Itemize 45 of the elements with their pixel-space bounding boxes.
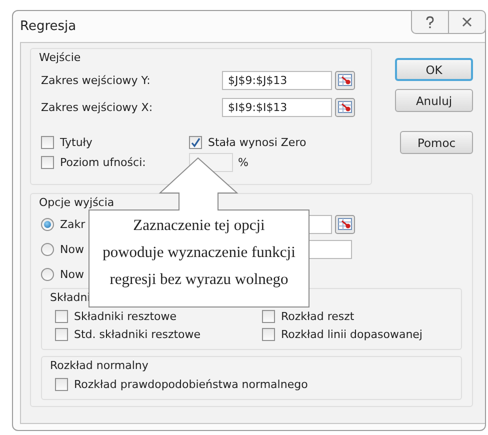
- group-title: Rozkład normalny: [50, 359, 148, 374]
- checkbox-label: Rozkład prawdopodobieństwa normalnego: [74, 378, 308, 390]
- window-title: Regresja: [20, 19, 76, 34]
- checkbox[interactable]: [262, 310, 275, 322]
- checkbox[interactable]: [41, 156, 54, 169]
- close-button[interactable]: [448, 10, 486, 34]
- range-field[interactable]: $J$9:$J$13: [222, 71, 332, 90]
- checkbox[interactable]: [262, 328, 275, 340]
- radio-label: Zakr: [60, 218, 86, 231]
- callout-text: Zaznaczenie tej opcji: [133, 216, 265, 235]
- checkbox-label: Poziom ufności:: [60, 156, 146, 169]
- checkbox[interactable]: [55, 310, 68, 322]
- radio-label: Now: [60, 243, 84, 256]
- checkbox-label: Tytuły: [60, 136, 92, 148]
- dialog-button[interactable]: OK: [395, 58, 473, 81]
- checkbox[interactable]: [41, 136, 54, 148]
- radio-button[interactable]: [41, 218, 54, 231]
- range-picker-button[interactable]: [335, 98, 355, 117]
- checkbox-label: Rozkład linii dopasowanej: [281, 328, 422, 340]
- checkbox[interactable]: [55, 328, 68, 340]
- callout-text: regresji bez wyrazu wolnego: [110, 270, 288, 289]
- checkbox-label: Składniki resztowe: [74, 310, 177, 322]
- group-title: Składni: [50, 291, 90, 306]
- radio-button[interactable]: [41, 243, 54, 256]
- range-picker-button[interactable]: [335, 71, 355, 90]
- radio-button[interactable]: [41, 268, 54, 281]
- group-title: Wejście: [39, 51, 81, 66]
- callout-text: powoduje wyznaczenie funkcji: [102, 243, 296, 262]
- checkbox[interactable]: [55, 378, 68, 390]
- dialog-button[interactable]: Anuluj: [395, 89, 473, 112]
- field-label: Zakres wejściowy Y:: [41, 74, 152, 87]
- checkbox-label: Std. składniki resztowe: [74, 328, 201, 340]
- range-picker-button[interactable]: [335, 215, 355, 234]
- range-field[interactable]: $I$9:$I$13: [222, 98, 332, 117]
- group-title: Opcje wyjścia: [39, 196, 114, 211]
- dialog-button[interactable]: Pomoc: [400, 131, 473, 154]
- checkbox-label: Rozkład reszt: [281, 310, 354, 322]
- checkbox-label: Stała wynosi Zero: [208, 136, 306, 148]
- close-icon: [462, 17, 472, 27]
- help-button[interactable]: [411, 10, 448, 34]
- field-label: Zakres wejściowy X:: [41, 101, 154, 114]
- radio-label: Now: [60, 268, 84, 281]
- help-icon: [425, 16, 435, 28]
- unit-label: %: [238, 156, 248, 169]
- checkbox[interactable]: [189, 136, 202, 148]
